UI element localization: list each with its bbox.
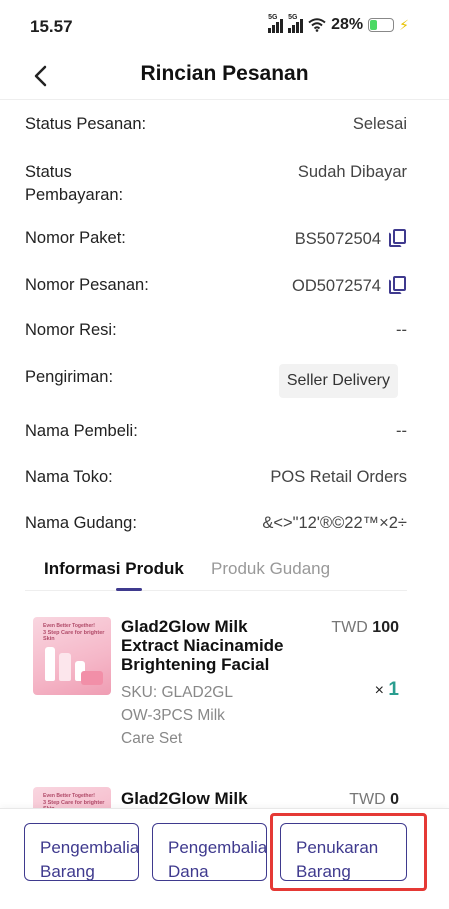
detail-label: Nomor Paket: [25,229,126,247]
battery-percent: 28% [331,16,364,33]
detail-row-status-pembayaran: Status Pembayaran: Sudah Dibayar [25,161,407,207]
copy-icon[interactable] [389,276,407,296]
detail-value: POS Retail Orders [270,468,407,486]
detail-label: Nama Pembeli: [25,422,138,440]
product-sku: SKU: GLAD2GL OW-3PCS Milk Care Set [121,684,233,747]
highlight-box [270,813,427,891]
detail-value: Sudah Dibayar [297,163,407,181]
detail-label: Pengiriman: [25,368,114,386]
return-goods-button[interactable]: Pengembalian Barang [24,823,139,881]
product-price: TWD 100 [331,619,399,636]
detail-label: Status Pesanan: [25,115,147,133]
detail-value: &<>"12'®©22™×2÷ [262,514,407,532]
detail-row-nama-pembeli: Nama Pembeli: -- [25,422,407,441]
signal-icon: 5G [288,14,304,33]
detail-row-nomor-resi: Nomor Resi: -- [25,321,407,340]
detail-label: Nama Gudang: [25,514,137,532]
product-price: TWD 0 [349,791,399,808]
detail-label: Nomor Resi: [25,321,117,339]
copy-icon[interactable] [389,229,407,249]
product-tabs: Informasi Produk Produk Gudang [25,555,407,591]
battery-icon [368,18,395,32]
tab-active-indicator [116,588,142,591]
detail-value: -- [396,422,407,440]
tab-informasi-produk[interactable]: Informasi Produk [44,559,184,579]
detail-row-nama-toko: Nama Toko: POS Retail Orders [25,468,407,487]
product-item[interactable]: Even Better Together! 3 Step Care for br… [33,787,409,808]
product-name: Glad2Glow Milk Extract Niacinamide Brigh… [121,617,284,674]
detail-row-nomor-paket: Nomor Paket: BS5072504 [25,229,407,249]
detail-value: -- [396,321,407,339]
status-bar: 15.57 5G 5G 28% ⚡ [0,0,449,52]
product-item[interactable]: Even Better Together! 3 Step Care for br… [33,617,409,757]
detail-label: Nama Toko: [25,468,113,486]
charging-icon: ⚡ [399,16,409,33]
wifi-icon [308,18,326,32]
product-quantity: × 1 [374,679,399,700]
detail-label: Status Pembayaran: [25,163,124,204]
product-image: Even Better Together! 3 Step Care for br… [33,787,111,808]
product-name: Glad2Glow Milk [121,789,248,808]
tab-produk-gudang[interactable]: Produk Gudang [211,559,330,579]
detail-value: BS5072504 [294,229,381,248]
status-time: 15.57 [30,17,73,36]
status-icons: 5G 5G 28% ⚡ [268,14,409,34]
product-image: Even Better Together! 3 Step Care for br… [33,617,111,695]
detail-label: Nomor Pesanan: [25,276,149,294]
detail-row-status-pesanan: Status Pesanan: Selesai [25,115,407,134]
detail-row-pengiriman: Pengiriman: Seller Delivery [25,364,407,398]
page-title: Rincian Pesanan [140,62,309,85]
detail-row-nama-gudang: Nama Gudang: &<>"12'®©22™×2÷ [25,514,407,533]
detail-row-nomor-pesanan: Nomor Pesanan: OD5072574 [25,276,407,296]
delivery-chip: Seller Delivery [278,364,398,398]
detail-value: OD5072574 [292,276,381,295]
signal-icon: 5G [268,14,284,33]
refund-button[interactable]: Pengembalian Dana [152,823,267,881]
header: Rincian Pesanan [0,52,449,100]
detail-value: Selesai [352,115,407,133]
